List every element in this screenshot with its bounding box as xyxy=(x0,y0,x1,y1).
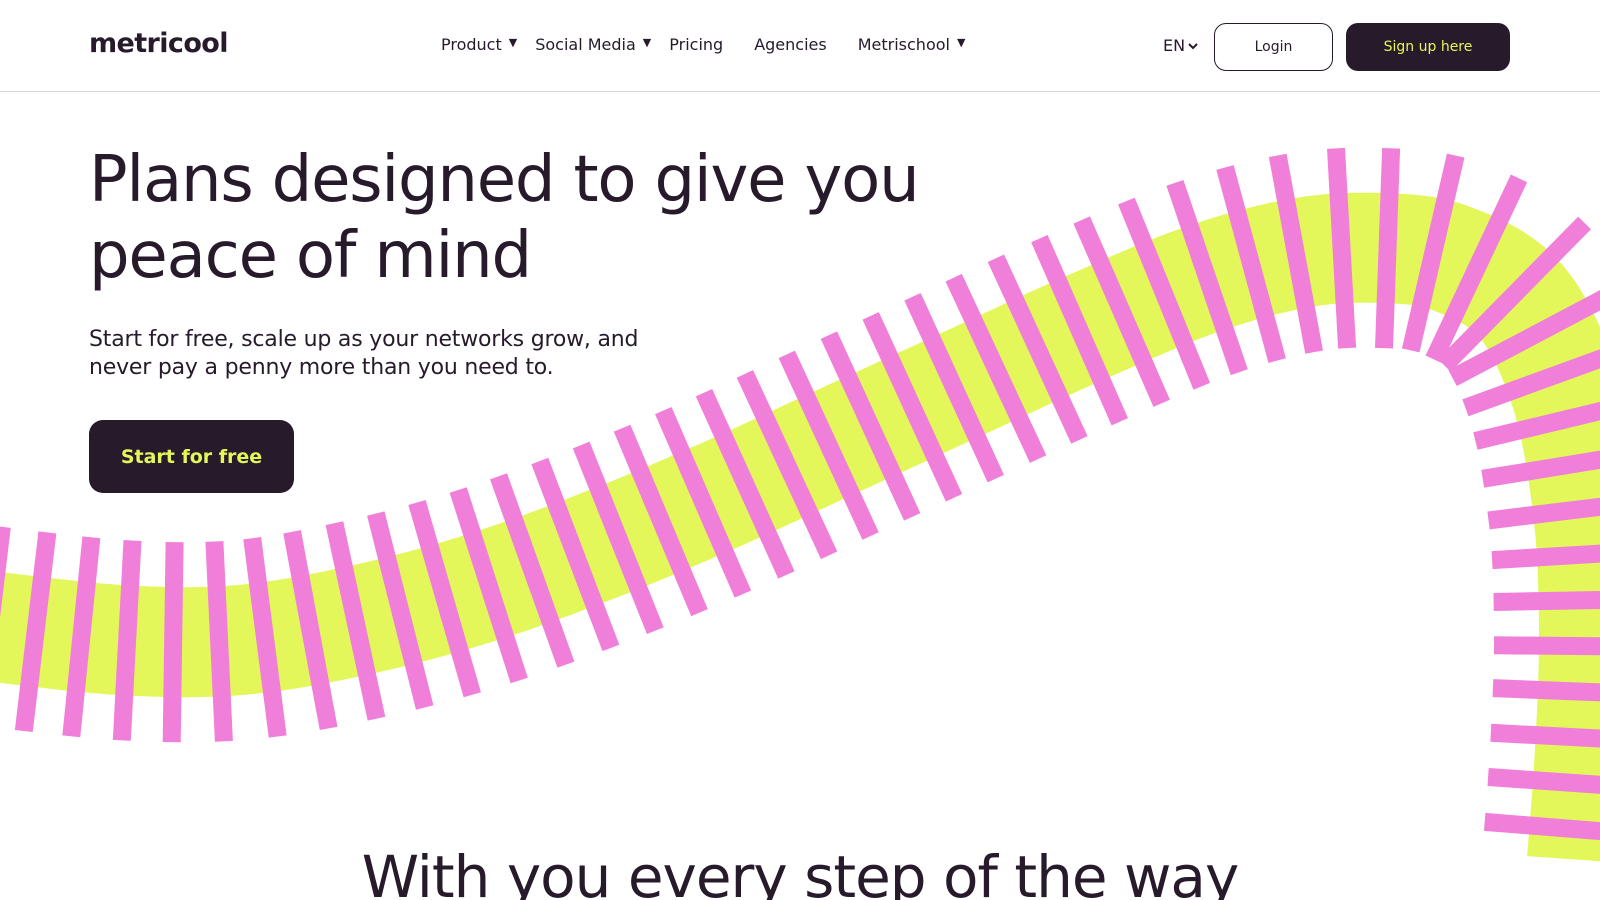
wave-tick xyxy=(112,540,142,741)
wave-tick xyxy=(1492,679,1600,702)
hero-title-line: Plans designed to give you xyxy=(89,143,920,217)
wave-tick xyxy=(1490,723,1600,748)
nav-item-label: Product xyxy=(441,35,502,54)
hero-subtitle-line: never pay a penny more than you need to. xyxy=(89,355,554,380)
language-selector[interactable]: EN xyxy=(1163,36,1198,55)
nav-item-label: Social Media xyxy=(535,35,636,54)
wave-tick xyxy=(205,541,233,742)
nav-item-agencies[interactable]: Agencies xyxy=(754,35,827,54)
nav-item-label: Agencies xyxy=(754,35,827,54)
caret-down-icon: ▼ xyxy=(642,35,652,49)
nav-item-pricing[interactable]: Pricing xyxy=(669,35,723,54)
nav-item-label: Pricing xyxy=(669,35,724,54)
nav-item-metrischool[interactable]: Metrischool ▼ xyxy=(858,35,966,54)
hero-title: Plans designed to give you peace of mind xyxy=(89,142,969,294)
wave-tick xyxy=(14,531,57,733)
wave-tick xyxy=(1487,768,1600,794)
wave-tick xyxy=(243,537,287,738)
signup-button[interactable]: Sign up here xyxy=(1346,23,1510,71)
nav-item-social-media[interactable]: Social Media ▼ xyxy=(535,35,651,54)
start-for-free-button[interactable]: Start for free xyxy=(89,420,294,493)
wave-tick xyxy=(162,541,184,743)
hero-subtitle: Start for free, scale up as your network… xyxy=(89,326,689,382)
login-button[interactable]: Login xyxy=(1214,23,1333,71)
hero-subtitle-line: Start for free, scale up as your network… xyxy=(89,327,639,352)
wave-tick xyxy=(1327,147,1357,349)
wave-tick xyxy=(1483,812,1600,841)
caret-down-icon: ▼ xyxy=(508,35,518,49)
wave-tick xyxy=(1375,147,1401,349)
nav-item-label: Metrischool xyxy=(857,35,950,54)
metricool-logo[interactable]: metricool xyxy=(89,28,228,59)
caret-down-icon: ▼ xyxy=(956,35,966,49)
wave-tick xyxy=(62,536,101,738)
hero-title-line: peace of mind xyxy=(89,219,532,293)
wave-tick xyxy=(1493,636,1600,656)
section-title: With you every step of the way xyxy=(361,843,1240,900)
wave-tick xyxy=(1491,544,1600,570)
wave-tick xyxy=(1493,590,1600,611)
language-label: EN xyxy=(1163,36,1186,55)
main-nav: Product ▼ Social Media ▼ Pricing Agencie… xyxy=(441,35,965,54)
nav-item-product[interactable]: Product ▼ xyxy=(441,35,517,54)
site-header: metricool Product ▼ Social Media ▼ Prici… xyxy=(0,0,1600,92)
chevron-down-icon xyxy=(1188,42,1198,49)
